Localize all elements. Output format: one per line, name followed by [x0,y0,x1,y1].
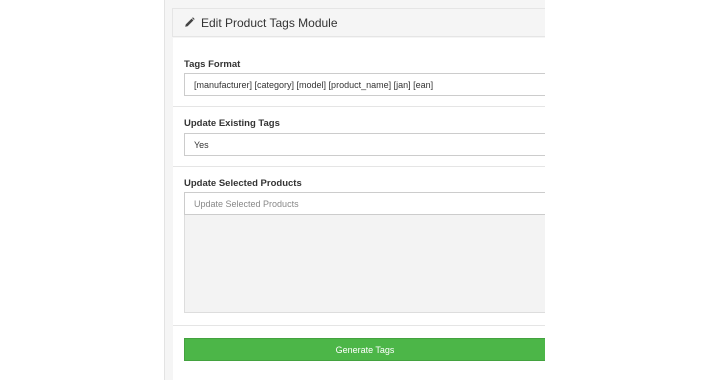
panel-heading: Edit Product Tags Module [172,8,545,37]
form-divider [173,166,545,167]
tags-format-label: Tags Format [184,59,241,70]
update-existing-select[interactable]: Yes [184,133,545,156]
selected-products-list[interactable] [184,215,545,313]
pencil-icon [184,17,195,28]
panel-title: Edit Product Tags Module [201,15,338,30]
form-divider [173,106,545,107]
generate-tags-button[interactable]: Generate Tags [184,338,545,361]
update-selected-input[interactable]: Update Selected Products [184,192,545,215]
update-selected-label: Update Selected Products [184,178,302,189]
panel-body: Tags Format [manufacturer] [category] [m… [173,38,545,380]
tags-format-input[interactable]: [manufacturer] [category] [model] [produ… [184,73,545,96]
screenshot-stage: Edit Product Tags Module Tags Format [ma… [0,0,710,380]
form-divider [173,325,545,326]
update-existing-label: Update Existing Tags [184,118,280,129]
